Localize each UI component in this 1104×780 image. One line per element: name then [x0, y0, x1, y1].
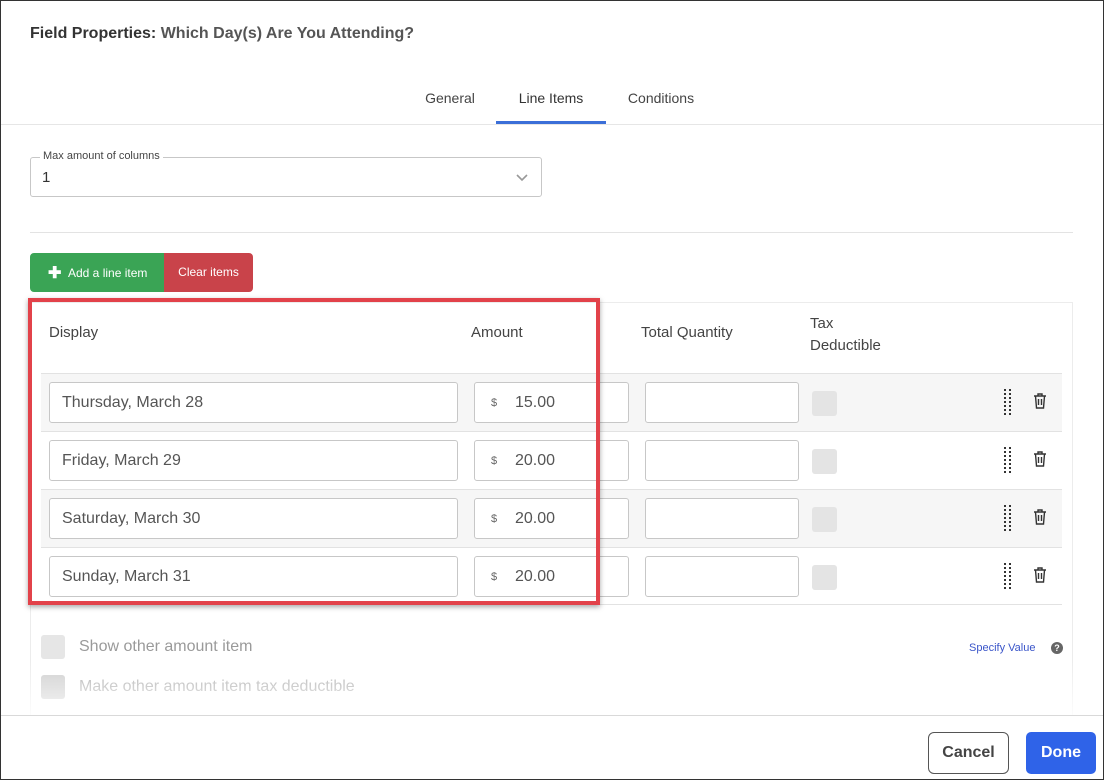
- other-amount-tax-deductible-checkbox[interactable]: [41, 675, 65, 699]
- table-row: Thursday, March 28 $ 15.00: [41, 373, 1062, 431]
- title-field-name: Which Day(s) Are You Attending?: [160, 25, 415, 42]
- column-header-tax-deductible: Tax Deductible: [810, 313, 881, 357]
- done-button[interactable]: Done: [1026, 732, 1096, 774]
- tab-bar: General Line Items Conditions: [1, 79, 1103, 125]
- tax-deductible-checkbox[interactable]: [812, 507, 837, 532]
- drag-handle-icon[interactable]: [1003, 447, 1013, 473]
- max-columns-value: 1: [42, 169, 51, 186]
- trash-icon[interactable]: [1032, 392, 1048, 410]
- currency-symbol: $: [491, 397, 498, 409]
- cancel-button[interactable]: Cancel: [928, 732, 1009, 774]
- table-bottom-border: [41, 604, 1062, 605]
- dialog-title: Field Properties: Which Day(s) Are You A…: [30, 25, 414, 43]
- display-input[interactable]: Saturday, March 30: [49, 498, 458, 539]
- display-input[interactable]: Sunday, March 31: [49, 556, 458, 597]
- currency-symbol: $: [491, 571, 498, 583]
- display-input[interactable]: Friday, March 29: [49, 440, 458, 481]
- section-divider: [30, 232, 1073, 233]
- specify-value-link[interactable]: Specify Value: [969, 642, 1035, 654]
- drag-handle-icon[interactable]: [1003, 389, 1013, 415]
- add-line-item-button[interactable]: ✚ Add a line item: [30, 253, 164, 292]
- clear-items-button[interactable]: Clear items: [164, 253, 253, 292]
- tab-line-items[interactable]: Line Items: [496, 79, 606, 124]
- amount-input[interactable]: $ 20.00: [474, 556, 629, 597]
- title-label: Field Properties:: [30, 25, 157, 42]
- max-columns-select[interactable]: Max amount of columns 1: [30, 150, 542, 197]
- currency-symbol: $: [491, 455, 498, 467]
- drag-handle-icon[interactable]: [1003, 505, 1013, 531]
- table-row: Saturday, March 30 $ 20.00: [41, 489, 1062, 547]
- trash-icon[interactable]: [1032, 566, 1048, 584]
- show-other-amount-checkbox[interactable]: [41, 635, 65, 659]
- column-header-amount: Amount: [471, 324, 523, 341]
- chevron-down-icon: [516, 174, 528, 182]
- tax-deductible-checkbox[interactable]: [812, 391, 837, 416]
- trash-icon[interactable]: [1032, 450, 1048, 468]
- tax-deductible-checkbox[interactable]: [812, 449, 837, 474]
- help-icon[interactable]: ?: [1051, 642, 1063, 654]
- amount-input[interactable]: $ 15.00: [474, 382, 629, 423]
- column-header-display: Display: [49, 324, 99, 341]
- total-quantity-input[interactable]: [645, 382, 799, 423]
- trash-icon[interactable]: [1032, 508, 1048, 526]
- amount-input[interactable]: $ 20.00: [474, 498, 629, 539]
- total-quantity-input[interactable]: [645, 498, 799, 539]
- drag-handle-icon[interactable]: [1003, 563, 1013, 589]
- tab-general[interactable]: General: [410, 79, 490, 124]
- amount-input[interactable]: $ 20.00: [474, 440, 629, 481]
- total-quantity-input[interactable]: [645, 556, 799, 597]
- currency-symbol: $: [491, 513, 498, 525]
- show-other-amount-label: Show other amount item: [79, 638, 253, 655]
- column-header-total-quantity: Total Quantity: [641, 324, 733, 341]
- total-quantity-input[interactable]: [645, 440, 799, 481]
- other-amount-tax-deductible-label: Make other amount item tax deductible: [79, 678, 355, 695]
- tab-conditions[interactable]: Conditions: [613, 79, 709, 124]
- table-row: Friday, March 29 $ 20.00: [41, 431, 1062, 489]
- tax-header-line2: Deductible: [810, 337, 881, 354]
- tax-header-line1: Tax: [810, 315, 834, 332]
- tax-deductible-checkbox[interactable]: [812, 565, 837, 590]
- max-columns-label: Max amount of columns: [40, 150, 163, 162]
- table-row: Sunday, March 31 $ 20.00: [41, 547, 1062, 605]
- add-line-item-label: Add a line item: [68, 266, 148, 280]
- plus-icon: ✚: [48, 265, 62, 282]
- display-input[interactable]: Thursday, March 28: [49, 382, 458, 423]
- field-properties-dialog: Field Properties: Which Day(s) Are You A…: [0, 0, 1104, 780]
